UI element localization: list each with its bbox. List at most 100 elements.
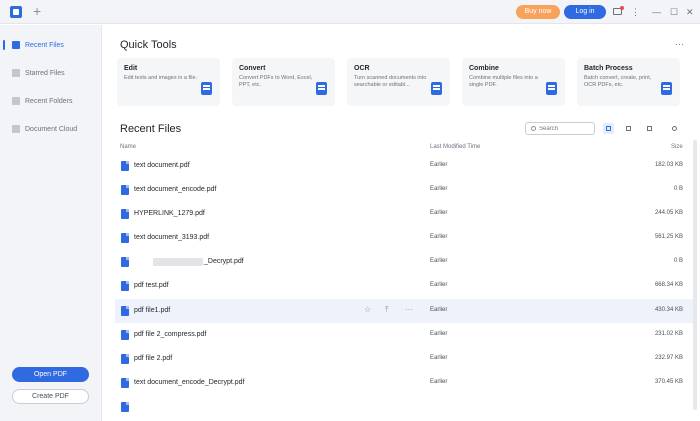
more-icon[interactable]: ··· (675, 39, 684, 49)
file-row[interactable]: text document.pdf Earlier 182.03 KB (115, 154, 695, 178)
file-size: 232.97 KB (654, 355, 683, 361)
file-modified: Earlier (430, 162, 448, 168)
new-tab-button[interactable]: + (33, 3, 41, 19)
file-row[interactable]: HYPERLINK_1279.pdf Earlier 244.05 KB (115, 202, 695, 226)
file-modified: Earlier (430, 331, 448, 337)
convert-icon (316, 82, 327, 95)
tool-description: Batch convert, create, print, OCR PDFs, … (584, 75, 652, 88)
column-header-modified: Last Modified Time (430, 144, 481, 150)
minimize-button[interactable]: — (652, 5, 661, 19)
app-logo (10, 6, 22, 18)
star-icon (12, 69, 20, 77)
search-box[interactable] (525, 122, 595, 135)
search-input[interactable] (539, 124, 593, 134)
batch-process-icon (661, 82, 672, 95)
file-modified: Earlier (430, 234, 448, 240)
ocr-icon (431, 82, 442, 95)
tool-card-combine[interactable]: Combine Combine multiple files into a si… (462, 58, 565, 106)
file-modified: Earlier (430, 379, 448, 385)
tool-card-ocr[interactable]: OCR Turn scanned documents into searchab… (347, 58, 450, 106)
more-icon[interactable]: ··· (405, 305, 413, 315)
file-modified: Earlier (430, 282, 448, 288)
sidebar-item-recent-folders[interactable]: Recent Folders (0, 90, 101, 112)
title-bar: + Buy now Log in ⋮ — ☐ ✕ (0, 0, 700, 24)
file-name: text document_encode_Decrypt.pdf (134, 379, 245, 386)
list-view-button[interactable] (603, 123, 614, 134)
file-name: pdf file1.pdf (134, 307, 171, 314)
pdf-file-icon (121, 330, 129, 340)
sidebar-item-document-cloud[interactable]: Document Cloud (0, 118, 101, 140)
tool-card-convert[interactable]: Convert Convert PDFs to Word, Excel, PPT… (232, 58, 335, 106)
scrollbar[interactable] (693, 140, 697, 410)
tool-card-edit[interactable]: Edit Edit texts and images in a file. (117, 58, 220, 106)
sidebar-item-recent-files[interactable]: Recent Files (0, 34, 101, 56)
tool-description: Convert PDFs to Word, Excel, PPT, etc. (239, 75, 313, 88)
grid-view-icon (626, 126, 631, 131)
grid-view-button[interactable] (623, 123, 634, 134)
cloud-icon (12, 125, 20, 133)
file-name: pdf file 2.pdf (134, 355, 173, 362)
refresh-button[interactable] (669, 123, 680, 134)
tool-description: Turn scanned documents into searchable o… (354, 75, 427, 88)
quick-tools-title: Quick Tools (120, 39, 177, 51)
file-row[interactable]: pdf test.pdf Earlier 668.34 KB (115, 274, 695, 298)
combine-icon (546, 82, 557, 95)
buy-now-button[interactable]: Buy now (516, 5, 560, 19)
file-row[interactable]: pdf file 2_compress.pdf Earlier 231.02 K… (115, 323, 695, 347)
manage-button[interactable] (644, 123, 655, 134)
column-header-size: Size (671, 144, 683, 150)
star-icon[interactable]: ☆ (364, 305, 371, 315)
notification-dot (620, 6, 624, 10)
sidebar-item-label: Recent Files (25, 42, 64, 49)
file-row[interactable]: text document_3193.pdf Earlier 561.25 KB (115, 226, 695, 250)
tool-title: Combine (469, 65, 499, 72)
sidebar-item-starred-files[interactable]: Starred Files (0, 62, 101, 84)
pdf-file-icon (121, 378, 129, 388)
file-name-redaction (153, 258, 204, 266)
pdf-file-icon (121, 354, 129, 364)
tool-title: OCR (354, 65, 370, 72)
file-modified: Earlier (430, 355, 448, 361)
file-size: 370.45 KB (654, 379, 683, 385)
clock-icon (12, 41, 20, 49)
file-modified: Earlier (430, 210, 448, 216)
upload-icon[interactable]: ⤒ (385, 305, 389, 315)
file-row[interactable]: text document_encode_Decrypt.pdf Earlier… (115, 371, 695, 395)
file-name: _Decrypt.pdf (204, 258, 244, 265)
file-size: 0 B (673, 186, 683, 192)
pdf-file-icon (121, 257, 129, 267)
login-button[interactable]: Log in (564, 5, 606, 19)
file-row[interactable]: pdf file 2.pdf Earlier 232.97 KB (115, 347, 695, 371)
tool-title: Edit (124, 65, 138, 72)
sidebar-item-label: Recent Folders (25, 98, 73, 105)
file-row[interactable]: _Decrypt.pdf Earlier 0 B (115, 250, 695, 274)
briefcase-icon (647, 126, 652, 131)
close-button[interactable]: ✕ (686, 5, 694, 19)
file-name: HYPERLINK_1279.pdf (134, 210, 205, 217)
pdf-file-icon (121, 233, 129, 243)
tool-description: Edit texts and images in a file. (124, 75, 198, 81)
sidebar-item-label: Starred Files (25, 70, 65, 77)
file-size: 182.03 KB (654, 162, 683, 168)
file-modified: Earlier (430, 307, 448, 313)
maximize-button[interactable]: ☐ (670, 5, 678, 19)
file-row-partial[interactable] (115, 395, 695, 415)
file-modified: Earlier (430, 258, 448, 264)
file-name: pdf test.pdf (134, 282, 169, 289)
menu-icon[interactable]: ⋮ (631, 5, 640, 19)
file-size: 561.25 KB (654, 234, 683, 240)
list-view-icon (606, 126, 611, 131)
file-size: 231.02 KB (654, 331, 683, 337)
create-pdf-button[interactable]: Create PDF (12, 389, 89, 404)
open-pdf-button[interactable]: Open PDF (12, 367, 89, 382)
refresh-icon (672, 126, 677, 131)
tool-description: Combine multiple files into a single PDF… (469, 75, 538, 88)
file-name: text document.pdf (134, 162, 190, 169)
file-modified: Earlier (430, 186, 448, 192)
main-panel: Quick Tools ··· Edit Edit texts and imag… (103, 25, 700, 421)
tool-card-batch-process[interactable]: Batch Process Batch convert, create, pri… (577, 58, 680, 106)
file-name: text document_encode.pdf (134, 186, 217, 193)
sidebar-item-label: Document Cloud (25, 126, 78, 133)
file-row[interactable]: pdf file1.pdf ☆ ⤒ ··· Earlier 430.34 KB (115, 299, 695, 323)
file-row[interactable]: text document_encode.pdf Earlier 0 B (115, 178, 695, 202)
